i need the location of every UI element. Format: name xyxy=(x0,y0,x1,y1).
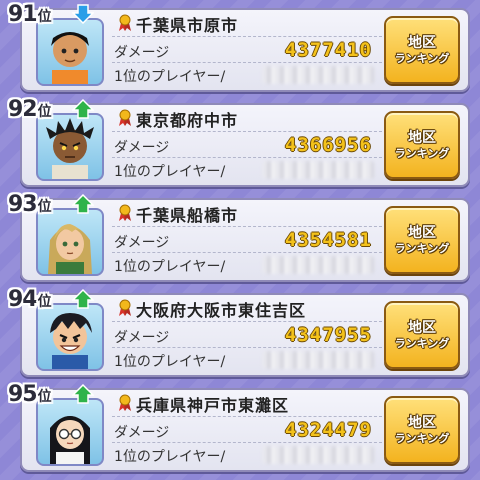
divider xyxy=(112,347,382,348)
button-label: ランキング xyxy=(394,336,450,350)
medal-icon xyxy=(119,394,131,411)
rank-label: 94位 xyxy=(8,287,52,312)
divider xyxy=(112,442,382,443)
top-player-label: 1位のプレイヤー/ xyxy=(114,259,226,275)
region-ranking-button[interactable]: 地区 ランキング xyxy=(384,16,460,84)
damage-label: ダメージ xyxy=(114,140,170,156)
damage-label: ダメージ xyxy=(114,425,170,441)
button-label: 地区 xyxy=(408,415,436,431)
region-ranking-button[interactable]: 地区 ランキング xyxy=(384,301,460,369)
region-name: 大阪府大阪市東住吉区 xyxy=(136,301,307,320)
ranking-row: 91位 千葉県市原市 ダメージ 4377410 1位のプレイヤー/ 地区 ランキン… xyxy=(6,2,470,92)
button-label: ランキング xyxy=(394,431,450,445)
ranking-list: 91位 千葉県市原市 ダメージ 4377410 1位のプレイヤー/ 地区 ランキン… xyxy=(0,0,480,480)
region-ranking-button[interactable]: 地区 ランキング xyxy=(384,396,460,464)
damage-value: 4377410 xyxy=(284,39,372,61)
divider xyxy=(112,157,382,158)
rank-label: 91位 xyxy=(8,2,52,27)
rank-label: 92位 xyxy=(8,97,52,122)
button-label: ランキング xyxy=(394,241,450,255)
damage-label: ダメージ xyxy=(114,45,170,61)
region-ranking-button[interactable]: 地区 ランキング xyxy=(384,206,460,274)
damage-label: ダメージ xyxy=(114,235,170,251)
button-label: ランキング xyxy=(394,146,450,160)
damage-label: ダメージ xyxy=(114,330,170,346)
top-player-name-blurred xyxy=(262,351,374,369)
medal-icon xyxy=(119,14,131,31)
top-player-name-blurred xyxy=(262,66,374,84)
divider xyxy=(112,36,382,37)
top-player-label: 1位のプレイヤー/ xyxy=(114,69,226,85)
damage-value: 4347955 xyxy=(284,324,372,346)
top-player-name-blurred xyxy=(262,161,374,179)
ranking-row: 92位 東京都府中市 ダメージ 4366956 1位のプレイヤー/ 地区 ランキン… xyxy=(6,97,470,187)
trend-up-icon xyxy=(72,289,94,309)
divider xyxy=(112,226,382,227)
player-avatar xyxy=(36,398,104,466)
damage-value: 4324479 xyxy=(284,419,372,441)
rank-label: 95位 xyxy=(8,382,52,407)
player-avatar xyxy=(36,113,104,181)
button-label: 地区 xyxy=(408,35,436,51)
player-avatar xyxy=(36,303,104,371)
trend-up-icon xyxy=(72,384,94,404)
top-player-label: 1位のプレイヤー/ xyxy=(114,354,226,370)
damage-value: 4366956 xyxy=(284,134,372,156)
top-player-label: 1位のプレイヤー/ xyxy=(114,164,226,180)
button-label: 地区 xyxy=(408,225,436,241)
ranking-row: 93位 千葉県船橋市 ダメージ 4354581 1位のプレイヤー/ 地区 ランキン… xyxy=(6,192,470,282)
region-name: 千葉県市原市 xyxy=(136,16,239,35)
ranking-row: 95位 兵庫県神戸市東灘区 ダメージ 4324479 1位のプレイヤー/ 地区ラ… xyxy=(6,382,470,472)
region-name: 千葉県船橋市 xyxy=(136,206,239,225)
divider xyxy=(112,131,382,132)
player-avatar xyxy=(36,18,104,86)
region-name: 東京都府中市 xyxy=(136,111,239,130)
divider xyxy=(112,252,382,253)
player-avatar xyxy=(36,208,104,276)
top-player-label: 1位のプレイヤー/ xyxy=(114,449,226,465)
rank-label: 93位 xyxy=(8,192,52,217)
button-label: 地区 xyxy=(408,130,436,146)
medal-icon xyxy=(119,204,131,221)
region-ranking-button[interactable]: 地区 ランキング xyxy=(384,111,460,179)
trend-down-icon xyxy=(72,4,94,24)
divider xyxy=(112,321,382,322)
region-name: 兵庫県神戸市東灘区 xyxy=(136,396,290,415)
top-player-name-blurred xyxy=(262,256,374,274)
top-player-name-blurred xyxy=(262,446,374,464)
button-label: 地区 xyxy=(408,320,436,336)
trend-up-icon xyxy=(72,194,94,214)
divider xyxy=(112,62,382,63)
trend-up-icon xyxy=(72,99,94,119)
button-label: ランキング xyxy=(394,51,450,65)
ranking-row: 94位 大阪府大阪市東住吉区 ダメージ 4347955 1位のプレイヤー/ 地区… xyxy=(6,287,470,377)
divider xyxy=(112,416,382,417)
medal-icon xyxy=(119,109,131,126)
medal-icon xyxy=(119,299,131,316)
damage-value: 4354581 xyxy=(284,229,372,251)
